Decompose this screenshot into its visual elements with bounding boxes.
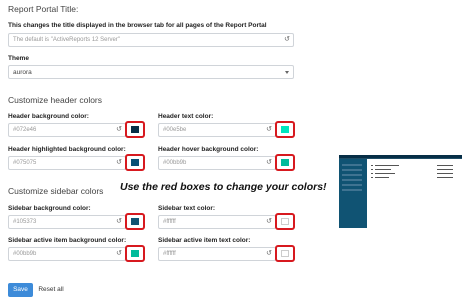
sidebar-text-swatch xyxy=(281,218,289,225)
header-hover-background-swatch xyxy=(281,159,289,166)
sidebar-text-color-picker[interactable] xyxy=(275,213,295,230)
sidebar-text-input[interactable]: #ffffff ↺ xyxy=(158,215,276,229)
portal-title-description: This changes the title displayed in the … xyxy=(8,22,267,29)
preview-line xyxy=(437,165,453,166)
header-highlighted-background-swatch xyxy=(131,159,139,166)
theme-select[interactable]: aurora xyxy=(8,65,294,79)
portal-title-heading: Report Portal Title: xyxy=(8,4,79,14)
preview-line xyxy=(437,169,453,170)
preview-sidebar xyxy=(339,159,367,228)
header-highlighted-background-value: #075075 xyxy=(13,160,37,166)
undo-icon[interactable]: ↺ xyxy=(265,126,273,134)
preview-line xyxy=(371,177,373,178)
sidebar-active-item-text-color-picker[interactable] xyxy=(275,245,295,262)
theme-label: Theme xyxy=(8,55,29,62)
undo-icon[interactable]: ↺ xyxy=(115,218,123,226)
save-button[interactable]: Save xyxy=(8,283,33,297)
header-background-swatch xyxy=(131,126,139,133)
reset-all-button[interactable]: Reset all xyxy=(36,283,66,297)
instruction-callout: Use the red boxes to change your colors! xyxy=(120,181,327,193)
undo-icon[interactable]: ↺ xyxy=(265,218,273,226)
preview-line xyxy=(371,165,373,166)
header-background-color-picker[interactable] xyxy=(125,121,145,138)
theme-preview-thumbnail xyxy=(339,155,462,228)
header-hover-background-color-picker[interactable] xyxy=(275,154,295,171)
undo-icon[interactable]: ↺ xyxy=(265,159,273,167)
preview-line xyxy=(437,173,453,174)
undo-icon[interactable]: ↺ xyxy=(115,159,123,167)
header-background-value: #072e46 xyxy=(13,127,37,133)
sidebar-active-item-background-value: #00bb9b xyxy=(13,251,37,257)
preview-sidebar-item xyxy=(342,164,362,166)
sidebar-active-item-text-swatch xyxy=(281,250,289,257)
sidebar-colors-heading: Customize sidebar colors xyxy=(8,186,104,196)
sidebar-background-swatch xyxy=(131,218,139,225)
preview-sidebar-item xyxy=(342,189,362,191)
sidebar-active-item-background-input[interactable]: #00bb9b ↺ xyxy=(8,247,126,261)
undo-icon[interactable]: ↺ xyxy=(115,250,123,258)
header-background-label: Header background color: xyxy=(8,113,89,120)
header-background-input[interactable]: #072e46 ↺ xyxy=(8,123,126,137)
header-colors-heading: Customize header colors xyxy=(8,95,103,105)
preview-sidebar-item xyxy=(342,169,362,171)
header-highlighted-background-color-picker[interactable] xyxy=(125,154,145,171)
header-text-color-picker[interactable] xyxy=(275,121,295,138)
undo-icon[interactable]: ↺ xyxy=(265,250,273,258)
preview-line xyxy=(371,169,373,170)
theme-selected-value: aurora xyxy=(13,69,32,76)
preview-line xyxy=(375,173,395,174)
preview-sidebar-item xyxy=(342,179,362,181)
sidebar-background-input[interactable]: #105373 ↺ xyxy=(8,215,126,229)
caret-down-icon xyxy=(285,71,289,74)
sidebar-background-value: #105373 xyxy=(13,219,37,225)
sidebar-active-item-background-color-picker[interactable] xyxy=(125,245,145,262)
header-highlighted-background-input[interactable]: #075075 ↺ xyxy=(8,156,126,170)
header-text-swatch xyxy=(281,126,289,133)
preview-line xyxy=(437,177,453,178)
header-hover-background-value: #00bb9b xyxy=(163,160,187,166)
preview-sidebar-item xyxy=(342,184,362,186)
preview-line xyxy=(375,169,391,170)
sidebar-active-item-background-swatch xyxy=(131,250,139,257)
preview-sidebar-item xyxy=(342,174,362,176)
header-text-label: Header text color: xyxy=(158,113,214,120)
sidebar-background-label: Sidebar background color: xyxy=(8,205,91,212)
sidebar-text-label: Sidebar text color: xyxy=(158,205,216,212)
sidebar-active-item-text-label: Sidebar active item text color: xyxy=(158,237,251,244)
portal-title-placeholder: The default is "ActiveReports 12 Server" xyxy=(13,37,120,43)
sidebar-active-item-text-value: #ffffff xyxy=(163,251,176,257)
preview-line xyxy=(375,177,389,178)
sidebar-active-item-text-input[interactable]: #ffffff ↺ xyxy=(158,247,276,261)
header-text-value: #00e5be xyxy=(163,127,187,133)
preview-line xyxy=(375,165,399,166)
header-hover-background-label: Header hover background color: xyxy=(158,146,259,153)
header-highlighted-background-label: Header highlighted background color: xyxy=(8,146,126,153)
header-hover-background-input[interactable]: #00bb9b ↺ xyxy=(158,156,276,170)
preview-line xyxy=(371,173,373,174)
sidebar-text-value: #ffffff xyxy=(163,219,176,225)
undo-icon[interactable]: ↺ xyxy=(283,36,291,44)
sidebar-active-item-background-label: Sidebar active item background color: xyxy=(8,237,127,244)
undo-icon[interactable]: ↺ xyxy=(115,126,123,134)
header-text-input[interactable]: #00e5be ↺ xyxy=(158,123,276,137)
preview-main xyxy=(367,159,462,228)
portal-title-input[interactable]: The default is "ActiveReports 12 Server"… xyxy=(8,33,294,47)
sidebar-background-color-picker[interactable] xyxy=(125,213,145,230)
